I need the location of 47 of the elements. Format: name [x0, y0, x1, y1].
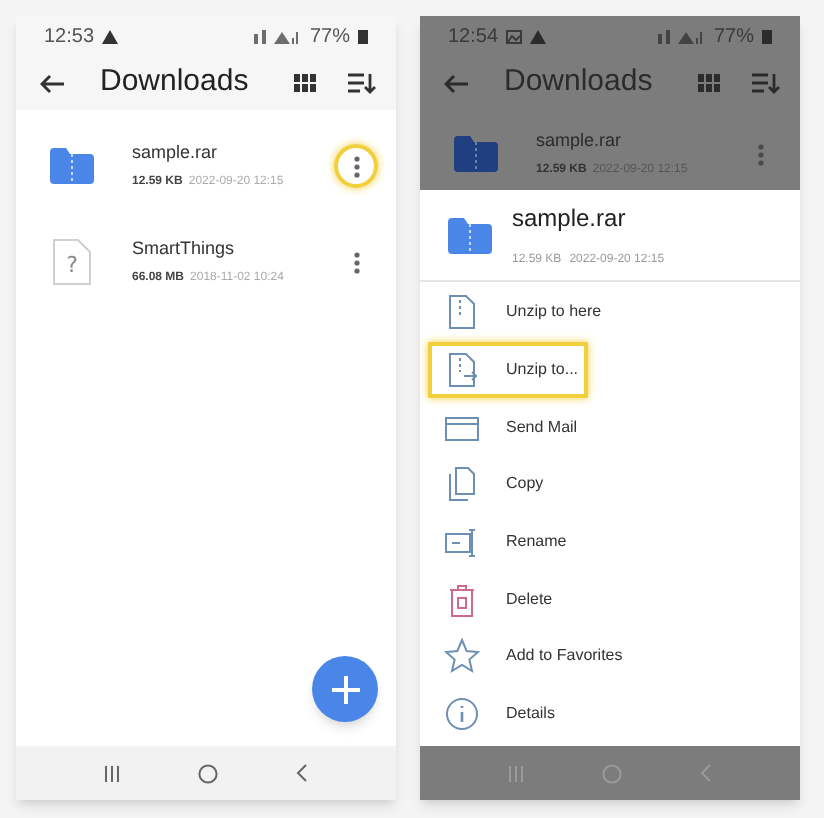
folder-icon	[50, 148, 94, 184]
zip-file-arrow-icon	[444, 352, 480, 389]
clock-text: 12:53	[44, 23, 95, 51]
home-icon[interactable]	[197, 763, 218, 783]
more-options-icon	[757, 143, 763, 165]
signal-icon	[253, 28, 302, 44]
menu-item[interactable]: Add to Favorites	[428, 628, 792, 686]
menu-item[interactable]: Delete	[428, 570, 792, 629]
zip-file-icon	[444, 294, 480, 331]
signal-icon	[657, 28, 706, 44]
clock-text: 12:54	[448, 23, 499, 51]
trash-icon	[444, 581, 480, 618]
battery-icon	[358, 28, 368, 44]
battery-text: 77%	[713, 23, 754, 51]
back-arrow-icon	[40, 73, 64, 93]
warning-icon	[530, 29, 547, 43]
image-icon	[506, 29, 523, 43]
back-icon[interactable]	[296, 764, 309, 782]
app-bar-title: Downloads	[100, 62, 251, 103]
back-arrow-icon	[444, 73, 468, 93]
menu-item[interactable]: Rename	[428, 513, 792, 571]
info-icon	[444, 696, 480, 733]
app-bar-title: Downloads	[504, 62, 655, 103]
battery-text: 77%	[309, 23, 350, 51]
plus-icon	[331, 675, 359, 703]
menu-item[interactable]: Unzip to here	[428, 284, 792, 342]
battery-icon	[762, 28, 772, 44]
file-name[interactable]: sample.rar	[132, 140, 334, 168]
grid-view-icon[interactable]	[294, 74, 316, 92]
more-options-icon	[353, 251, 359, 273]
file-name[interactable]: SmartThings	[132, 236, 334, 264]
question-file-icon: ?	[52, 238, 92, 286]
copy-icon	[444, 466, 480, 503]
rename-icon	[444, 524, 480, 561]
menu-item[interactable]: Unzip to...	[428, 341, 588, 399]
more-options-icon	[353, 155, 359, 177]
more-options-button[interactable]	[334, 144, 378, 188]
menu-item[interactable]: Send Mail	[428, 398, 792, 457]
sort-icon[interactable]	[348, 72, 376, 94]
recent-apps-icon[interactable]	[103, 765, 120, 781]
menu-item[interactable]: Details	[428, 685, 792, 743]
star-icon	[444, 638, 480, 675]
menu-item[interactable]: Copy	[428, 456, 792, 514]
warning-icon	[102, 29, 119, 43]
folder-icon	[454, 136, 498, 172]
sheet-file-name: sample.rar	[512, 202, 628, 236]
folder-icon	[448, 217, 492, 253]
